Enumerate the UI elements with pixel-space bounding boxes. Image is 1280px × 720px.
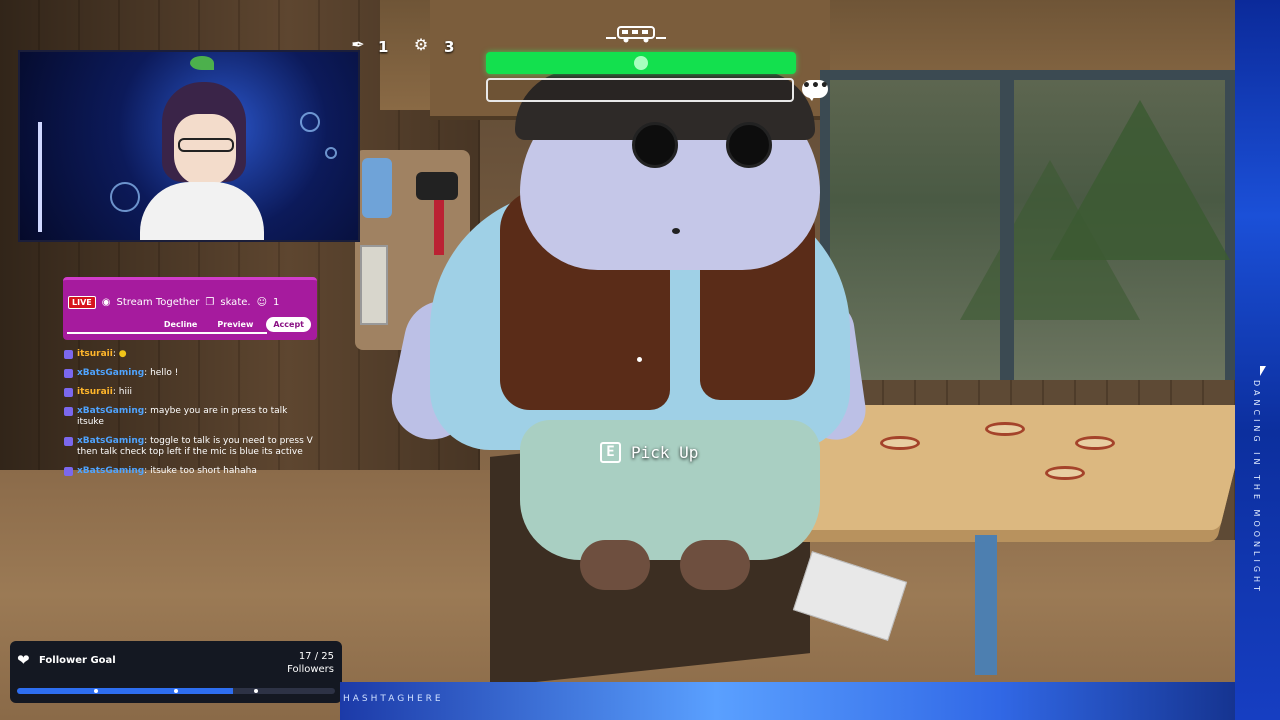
item-count: 1: [378, 38, 389, 56]
raid-title: Stream Together: [116, 297, 200, 308]
raid-viewers: 1: [273, 297, 280, 308]
chat-message: xBatsGaming: itsuke too short hahaha: [64, 466, 314, 477]
chat-user: itsuraii: [77, 349, 113, 359]
user-icon: ☺: [256, 297, 268, 308]
sunglasses: [632, 122, 678, 168]
hashtag-text: HASHTAGHERE: [343, 694, 444, 704]
stream-together-icon: ◉: [101, 297, 111, 308]
raid-channel: skate.: [220, 297, 251, 308]
heart-icon: ❤: [17, 651, 30, 669]
live-badge: LIVE: [68, 296, 96, 309]
accept-button[interactable]: Accept: [266, 317, 311, 332]
copy-icon: ❐: [205, 297, 215, 308]
chat-text: hiii: [118, 387, 132, 397]
prompt-action: Pick Up: [631, 442, 699, 462]
pine-tree: [960, 160, 1140, 320]
sub-badge-icon: [64, 467, 73, 476]
overlay-bottom-strip: [340, 682, 1280, 720]
decline-button[interactable]: Decline: [157, 317, 204, 332]
chat-text: itsuke too short hahaha: [150, 466, 257, 476]
tool-count: 3: [444, 38, 455, 56]
chat-message: xBatsGaming: toggle to talk is you need …: [64, 436, 314, 458]
sub-badge-icon: [64, 407, 73, 416]
raid-notification: LIVE ◉ Stream Together ❐ skate. ☺ 1 Decl…: [63, 277, 317, 340]
van-icon: [606, 26, 666, 43]
chat-message: xBatsGaming: maybe you are in press to t…: [64, 406, 314, 428]
duck-emote-icon: ●: [118, 349, 127, 359]
mouse-cursor-icon: [1260, 366, 1266, 376]
tool-icon: ⚙: [413, 35, 429, 54]
chat-user: itsuraii: [77, 387, 113, 397]
chat-user: xBatsGaming: [77, 436, 145, 446]
interaction-prompt: E Pick Up: [600, 440, 698, 464]
chat-user: xBatsGaming: [77, 466, 145, 476]
chat-message: itsuraii: hiii: [64, 387, 314, 398]
chat-message: xBatsGaming: hello !: [64, 368, 314, 379]
sub-badge-icon: [64, 350, 73, 359]
follower-unit: Followers: [287, 664, 334, 675]
sub-badge-icon: [64, 437, 73, 446]
chat-user: xBatsGaming: [77, 406, 145, 416]
follower-goal-title: Follower Goal: [39, 655, 116, 666]
follower-goal-widget: ❤ Follower Goal 17 / 25 Followers: [10, 641, 342, 703]
key-hint: E: [600, 441, 621, 463]
window: [820, 70, 1235, 390]
now-playing-text: DANCING IN THE MOONLIGHT: [1252, 380, 1261, 595]
sub-badge-icon: [64, 369, 73, 378]
hammer-item[interactable]: [416, 172, 458, 200]
blue-tool-item[interactable]: [362, 158, 392, 218]
follower-count: 17 / 25: [298, 651, 334, 662]
crosshair: [637, 357, 642, 362]
chat-input[interactable]: [486, 78, 794, 102]
raid-timer-bar: [67, 332, 267, 334]
follower-progress-fill: [17, 688, 234, 694]
chat-bubble-icon[interactable]: •••: [802, 79, 829, 101]
chat-feed: itsuraii: ● xBatsGaming: hello ! itsurai…: [64, 349, 314, 485]
chat-message: itsuraii: ●: [64, 349, 314, 360]
overlay-right-strip: [1235, 0, 1280, 720]
table-leg: [975, 535, 997, 675]
chat-user: xBatsGaming: [77, 368, 145, 378]
sub-badge-icon: [64, 388, 73, 397]
preview-button[interactable]: Preview: [210, 317, 260, 332]
sprout-icon: [190, 56, 214, 70]
wall-device[interactable]: [360, 245, 388, 325]
chat-text: hello !: [150, 368, 179, 378]
webcam-vtuber: [18, 50, 360, 242]
